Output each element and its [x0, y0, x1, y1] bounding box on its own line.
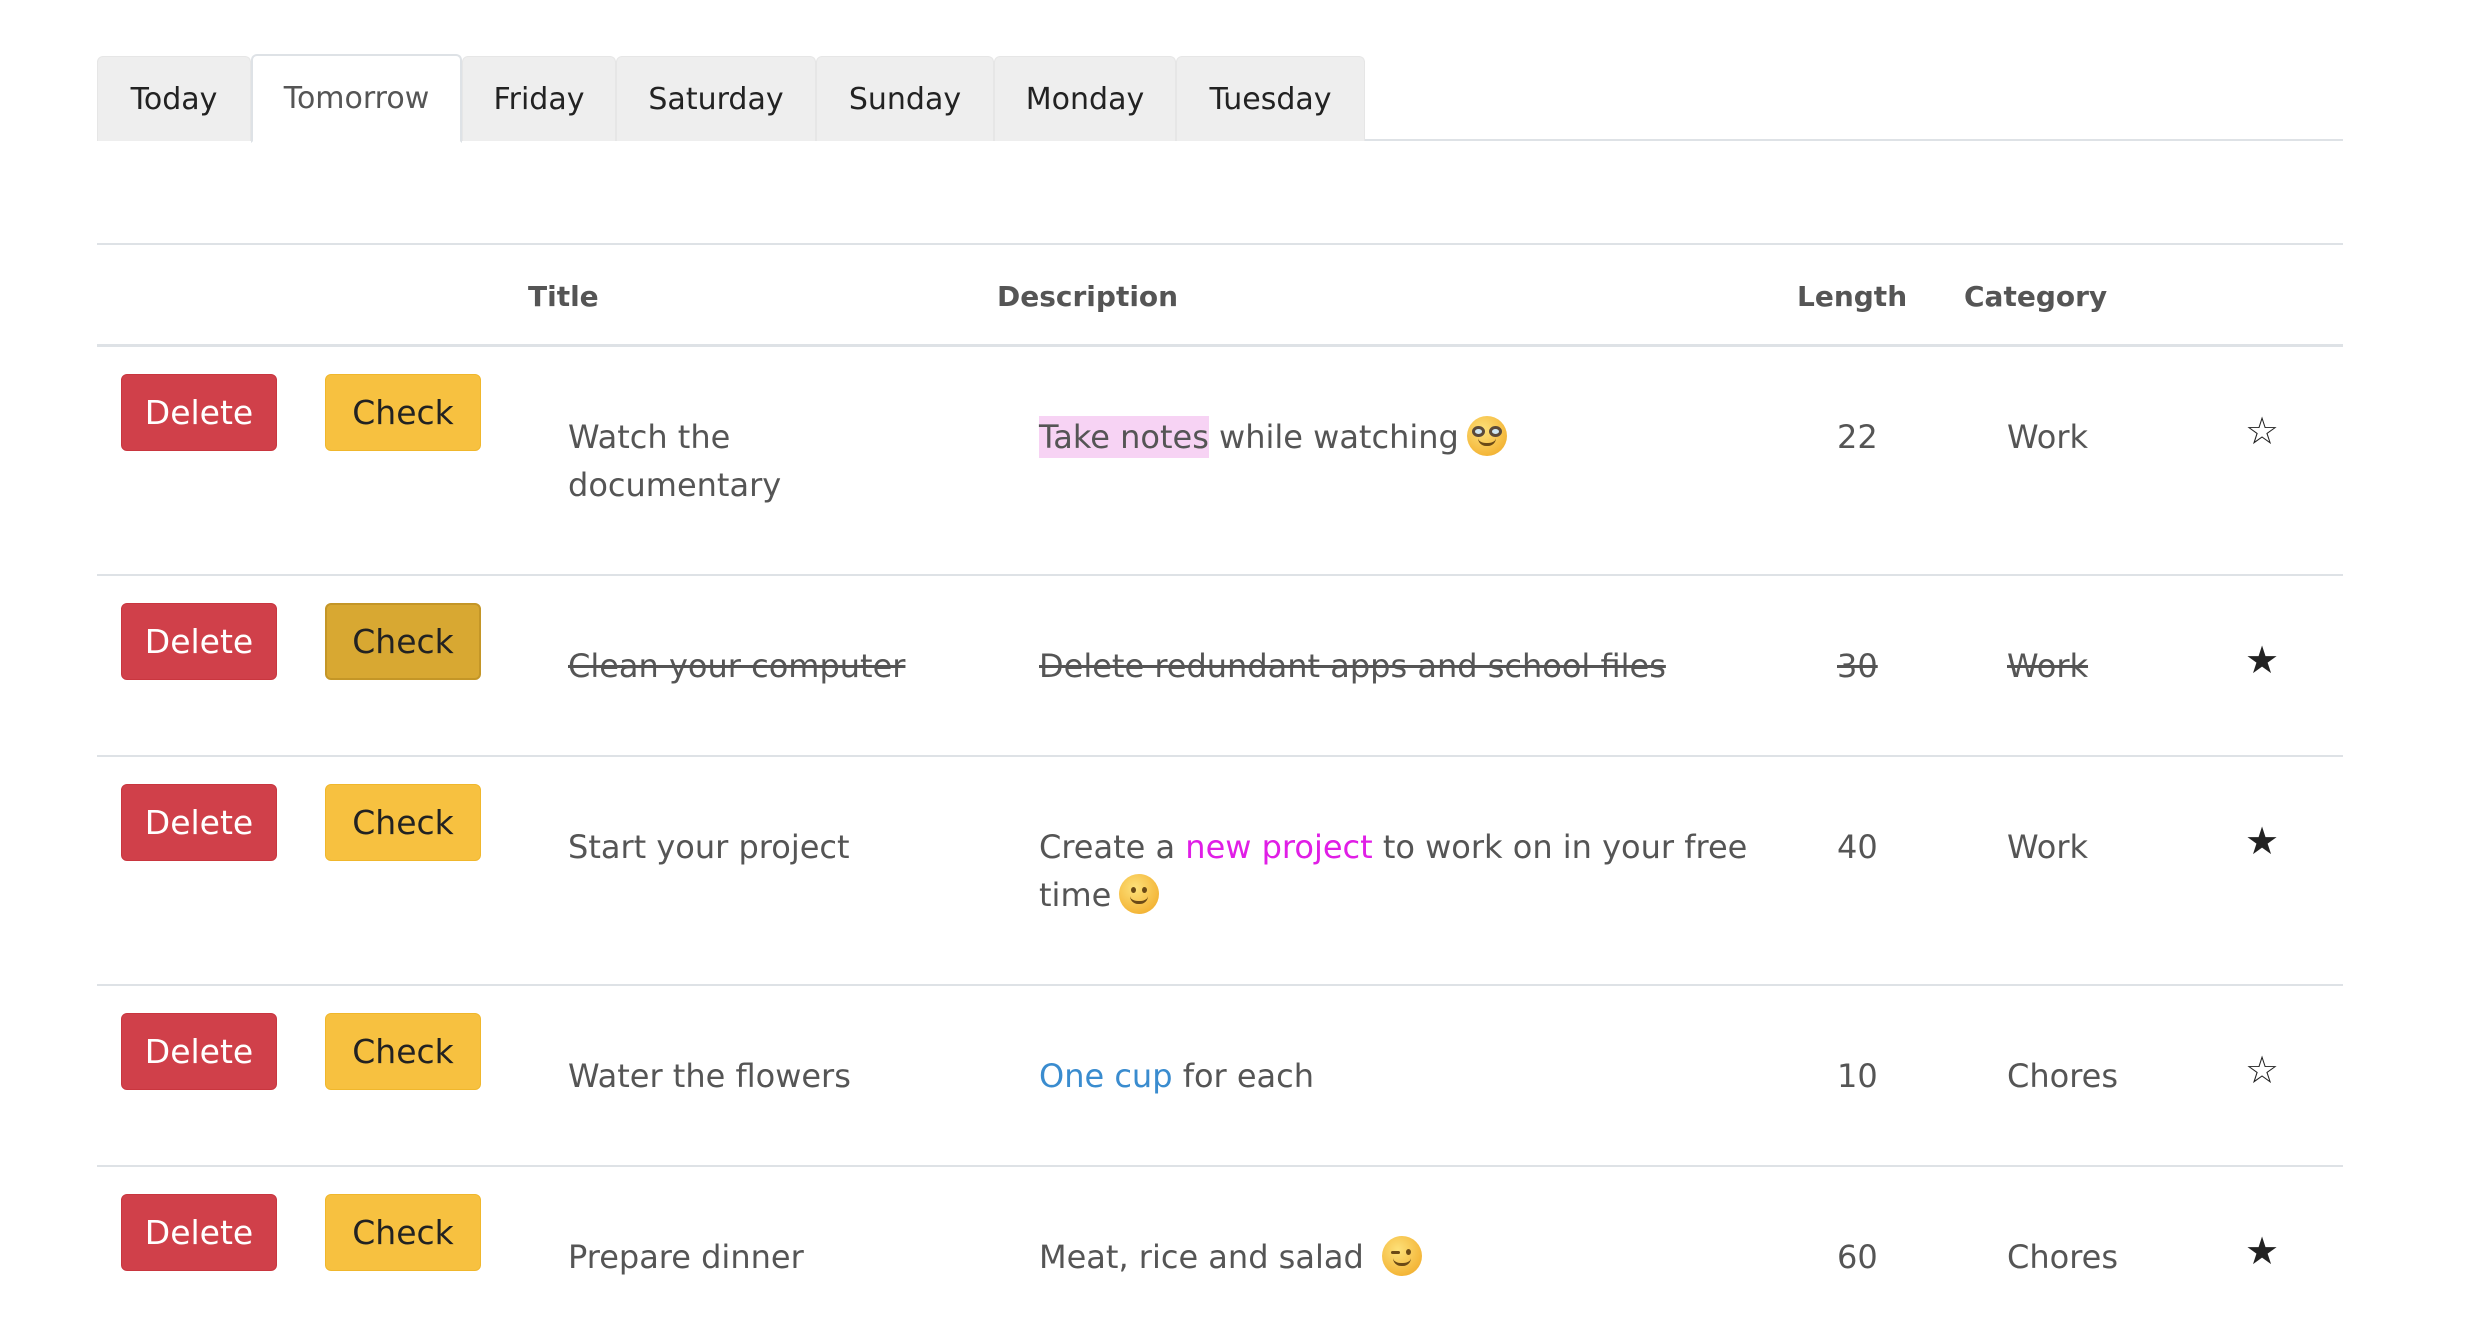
- header-description: Description: [997, 280, 1179, 313]
- task-category: Work: [2007, 647, 2089, 685]
- slightly-smiling-face-icon: [1119, 874, 1160, 914]
- tab-saturday[interactable]: Saturday: [616, 56, 816, 141]
- task-title: Water the flowers: [568, 1057, 851, 1095]
- check-button[interactable]: Check: [325, 374, 481, 451]
- table-row: Delete Check Watch the documentary Take …: [97, 347, 2343, 576]
- delete-button[interactable]: Delete: [121, 784, 277, 861]
- task-length: 22: [1837, 418, 1878, 456]
- description-text: Meat, rice and salad: [1039, 1238, 1364, 1276]
- task-category: Chores: [2007, 1238, 2119, 1276]
- description-text: to work on in your free: [1372, 828, 1748, 866]
- tab-list: Today Tomorrow Friday Saturday Sunday Mo…: [97, 54, 2343, 143]
- task-title-line: documentary: [568, 466, 782, 504]
- task-length: 30: [1837, 647, 1878, 685]
- delete-button[interactable]: Delete: [121, 374, 277, 451]
- task-title: Prepare dinner: [568, 1238, 804, 1276]
- star-outline-icon[interactable]: ☆: [2237, 407, 2287, 455]
- table-row: Delete Check Water the flowers One cup f…: [97, 986, 2343, 1167]
- task-title-line: Watch the: [568, 418, 731, 456]
- header-length: Length: [1797, 280, 1908, 313]
- description-text: while watching: [1208, 418, 1459, 456]
- table-row: Delete Check Prepare dinner Meat, rice a…: [97, 1167, 2343, 1334]
- task-length: 40: [1837, 828, 1878, 866]
- check-button[interactable]: Check: [325, 1013, 481, 1090]
- highlighted-link: One cup: [1039, 1057, 1173, 1095]
- description-text: Create a: [1039, 828, 1186, 866]
- check-button[interactable]: Check: [325, 784, 481, 861]
- tab-tuesday[interactable]: Tuesday: [1176, 56, 1365, 141]
- table-row: Delete Check Clean your computer Delete …: [97, 576, 2343, 757]
- winking-face-icon: [1381, 1236, 1422, 1276]
- task-table: Title Description Length Category Delete…: [97, 243, 2343, 1334]
- star-outline-icon[interactable]: ☆: [2237, 1046, 2287, 1094]
- highlighted-link: new project: [1185, 828, 1373, 866]
- description-text: time: [1039, 876, 1112, 914]
- delete-button[interactable]: Delete: [121, 1013, 277, 1090]
- tab-monday[interactable]: Monday: [994, 56, 1176, 141]
- tab-friday[interactable]: Friday: [462, 56, 616, 141]
- description-line: time: [1039, 871, 1759, 919]
- task-description: Take notes while watching: [1039, 413, 1759, 461]
- delete-button[interactable]: Delete: [121, 1194, 277, 1271]
- check-button[interactable]: Check: [325, 1194, 481, 1271]
- task-category: Work: [2007, 828, 2089, 866]
- task-title: Watch the documentary: [568, 413, 968, 509]
- tab-today[interactable]: Today: [97, 56, 251, 141]
- page: Today Tomorrow Friday Saturday Sunday Mo…: [0, 0, 2484, 1334]
- task-length: 10: [1837, 1057, 1878, 1095]
- tab-tomorrow[interactable]: Tomorrow: [251, 54, 462, 143]
- header-category: Category: [1964, 280, 2108, 313]
- nerd-face-icon: [1466, 416, 1507, 456]
- task-description: Create a new project to work on in your …: [1039, 823, 1759, 919]
- task-title: Clean your computer: [568, 647, 906, 685]
- task-title: Start your project: [568, 828, 850, 866]
- task-category: Chores: [2007, 1057, 2119, 1095]
- header-title: Title: [528, 280, 599, 313]
- star-filled-icon[interactable]: ★: [2237, 817, 2287, 865]
- table-header: Title Description Length Category: [97, 243, 2343, 347]
- task-description: One cup for each: [1039, 1052, 1759, 1100]
- highlighted-text: Take notes: [1039, 416, 1209, 458]
- star-filled-icon[interactable]: ★: [2237, 1227, 2287, 1275]
- star-filled-icon[interactable]: ★: [2237, 636, 2287, 684]
- description-text: for each: [1172, 1057, 1315, 1095]
- task-length: 60: [1837, 1238, 1878, 1276]
- delete-button[interactable]: Delete: [121, 603, 277, 680]
- task-category: Work: [2007, 418, 2089, 456]
- day-tabs: Today Tomorrow Friday Saturday Sunday Mo…: [97, 54, 2343, 143]
- task-description: Delete redundant apps and school files: [1039, 647, 1666, 685]
- description-line: Create a new project to work on in your …: [1039, 823, 1759, 871]
- check-button[interactable]: Check: [325, 603, 481, 680]
- task-description: Meat, rice and salad: [1039, 1233, 1759, 1281]
- tab-sunday[interactable]: Sunday: [816, 56, 994, 141]
- table-row: Delete Check Start your project Create a…: [97, 757, 2343, 986]
